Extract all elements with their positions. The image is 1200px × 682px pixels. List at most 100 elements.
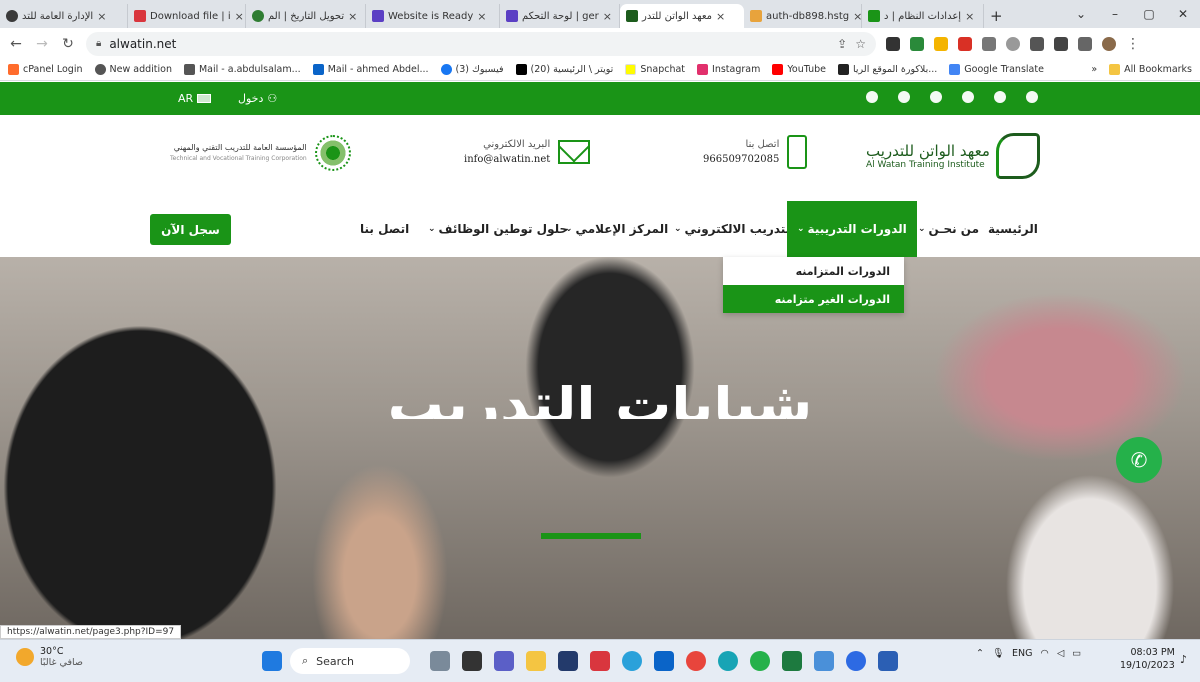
weather-widget[interactable]: 30°C صافي غالبًا <box>16 646 83 668</box>
nav-item-courses[interactable]: ⌄ الدورات التدريبية <box>787 201 917 257</box>
taskbar-clock[interactable]: 08:03 PM 19/10/2023 <box>1120 646 1175 672</box>
battery-icon[interactable]: ▭ <box>1072 648 1081 659</box>
dropdown-item-sync-courses[interactable]: الدورات المتزامنه <box>723 257 904 285</box>
sidepanel-icon[interactable] <box>1078 36 1092 51</box>
profile-avatar-icon[interactable] <box>1102 36 1116 51</box>
close-tab-icon[interactable]: × <box>965 10 974 23</box>
youtube-icon[interactable] <box>930 91 942 103</box>
volume-icon[interactable]: ◁ <box>1057 648 1064 659</box>
puzzle-icon[interactable] <box>1030 36 1044 51</box>
close-tab-icon[interactable]: × <box>97 10 106 23</box>
all-bookmarks[interactable]: All Bookmarks <box>1109 64 1192 75</box>
kebab-menu-icon[interactable]: ⋮ <box>1126 36 1140 52</box>
browser-tab[interactable]: إعدادات النظام | د × <box>862 4 984 28</box>
login-link[interactable]: دخول ⚇ <box>238 92 277 105</box>
whatsapp-icon[interactable] <box>750 651 770 671</box>
nav-item-about[interactable]: ⌄ من نحـن <box>918 201 979 257</box>
chat-icon[interactable] <box>494 651 514 671</box>
email-value[interactable]: info@alwatin.net <box>464 152 550 167</box>
bookmark-item[interactable]: cPanel Login <box>8 64 83 75</box>
chevron-up-icon[interactable]: ⌃ <box>976 648 984 659</box>
nav-item-media[interactable]: ⌄ المركز الإعلامي <box>565 201 668 257</box>
browser-tab[interactable]: لوحة التحكم | ger × <box>500 4 620 28</box>
wifi-icon[interactable]: ◠ <box>1041 648 1049 659</box>
microphone-icon[interactable]: 🎙︎ <box>992 648 1004 659</box>
excel-icon[interactable] <box>782 651 802 671</box>
browser-tab[interactable]: Download file | i × <box>128 4 246 28</box>
site-logo[interactable]: معهد الواتن للتدريب Al Watan Training In… <box>866 133 1040 179</box>
nav-item-elearning[interactable]: ⌄ التدريب الالكتروني <box>674 201 794 257</box>
reload-icon[interactable]: ↻ <box>60 36 76 52</box>
share-icon[interactable]: ⇪ <box>837 37 847 51</box>
bookmark-item[interactable]: YouTube <box>772 64 826 75</box>
close-tab-icon[interactable]: × <box>853 10 861 23</box>
extension-icon[interactable] <box>982 36 996 51</box>
bookmark-item[interactable]: بلاكورة الموقع الريا... <box>838 64 937 75</box>
extension-icon[interactable] <box>1006 36 1020 51</box>
bookmark-star-icon[interactable]: ☆ <box>855 37 866 51</box>
instagram-icon[interactable] <box>898 91 910 103</box>
close-tab-icon[interactable]: × <box>477 10 486 23</box>
new-tab-button[interactable]: + <box>984 4 1014 28</box>
whatsapp-icon[interactable] <box>962 91 974 103</box>
browser-tab-active[interactable]: معهد الواتن للتدر × <box>620 4 744 28</box>
notepad-icon[interactable] <box>814 651 834 671</box>
more-bookmarks-icon[interactable]: » <box>1091 64 1097 75</box>
whatsapp-float-button[interactable]: ✆ <box>1116 437 1162 483</box>
input-language[interactable]: ENG <box>1012 648 1032 659</box>
back-arrow-icon[interactable]: ← <box>8 36 24 52</box>
browser-tab[interactable]: الإدارة العامة للتد × <box>0 4 128 28</box>
bookmark-item[interactable]: Mail - a.abdulsalam... <box>183 64 301 75</box>
bookmark-item[interactable]: (20) تويتر \ الرئيسية <box>515 64 613 75</box>
extension-icon[interactable] <box>886 36 900 51</box>
app-icon[interactable] <box>430 651 450 671</box>
facebook-icon[interactable] <box>1026 91 1038 103</box>
close-tab-icon[interactable]: × <box>716 10 725 23</box>
register-now-button[interactable]: سجل الآن <box>150 214 231 245</box>
download-icon[interactable] <box>1054 36 1068 51</box>
language-switch[interactable]: AR <box>178 92 212 105</box>
browser-tab[interactable]: تحويل التاريخ | الم × <box>246 4 366 28</box>
bookmark-item[interactable]: (3) فيسبوك <box>440 64 504 75</box>
partner-logo[interactable]: المؤسسة العامة للتدريب التقني والمهني Te… <box>170 135 351 171</box>
task-view-icon[interactable] <box>462 651 482 671</box>
app-icon[interactable] <box>558 651 578 671</box>
zoom-icon[interactable] <box>846 651 866 671</box>
bookmark-item[interactable]: Instagram <box>697 64 760 75</box>
taskbar-search[interactable]: ⌕ Search <box>290 648 410 674</box>
phone-value[interactable]: 966509702085 <box>703 152 779 167</box>
nav-item-jobs[interactable]: ⌄ حلول توطين الوظائف <box>428 201 568 257</box>
close-window-icon[interactable]: ✕ <box>1166 7 1200 21</box>
minimize-icon[interactable]: – <box>1098 7 1132 21</box>
app-icon[interactable] <box>590 651 610 671</box>
bookmark-item[interactable]: Snapchat <box>625 64 685 75</box>
nav-item-home[interactable]: الرئيسية <box>988 201 1038 257</box>
notification-bell-icon[interactable]: ♪ <box>1180 653 1187 666</box>
extension-icon[interactable] <box>958 36 972 51</box>
browser-tab[interactable]: Website is Ready × <box>366 4 500 28</box>
close-tab-icon[interactable]: × <box>235 10 244 23</box>
twitter-icon[interactable] <box>994 91 1006 103</box>
forward-arrow-icon[interactable]: → <box>34 36 50 52</box>
bookmark-item[interactable]: Google Translate <box>949 64 1044 75</box>
bookmark-item[interactable]: Mail - ahmed Abdel... <box>312 64 429 75</box>
extension-icon[interactable] <box>934 36 948 51</box>
telegram-icon[interactable] <box>622 651 642 671</box>
tab-search-icon[interactable]: ⌄ <box>1064 7 1098 21</box>
dropdown-item-async-courses[interactable]: الدورات الغير متزامنه <box>723 285 904 313</box>
url-field[interactable]: 🔒︎ alwatin.net ⇪ ☆ <box>86 31 876 56</box>
close-tab-icon[interactable]: × <box>603 10 612 23</box>
outlook-icon[interactable] <box>654 651 674 671</box>
word-icon[interactable] <box>878 651 898 671</box>
browser-tab[interactable]: auth-db898.hstg × <box>744 4 862 28</box>
windows-start-icon[interactable] <box>262 651 282 671</box>
edge-icon[interactable] <box>718 651 738 671</box>
file-explorer-icon[interactable] <box>526 651 546 671</box>
bookmark-item[interactable]: New addition <box>94 64 172 75</box>
snapchat-icon[interactable] <box>866 91 878 103</box>
extension-icon[interactable] <box>910 36 924 51</box>
chrome-icon[interactable] <box>686 651 706 671</box>
nav-item-contact[interactable]: اتصل بنا <box>360 201 409 257</box>
close-tab-icon[interactable]: × <box>348 10 357 23</box>
maximize-icon[interactable]: ▢ <box>1132 7 1166 21</box>
